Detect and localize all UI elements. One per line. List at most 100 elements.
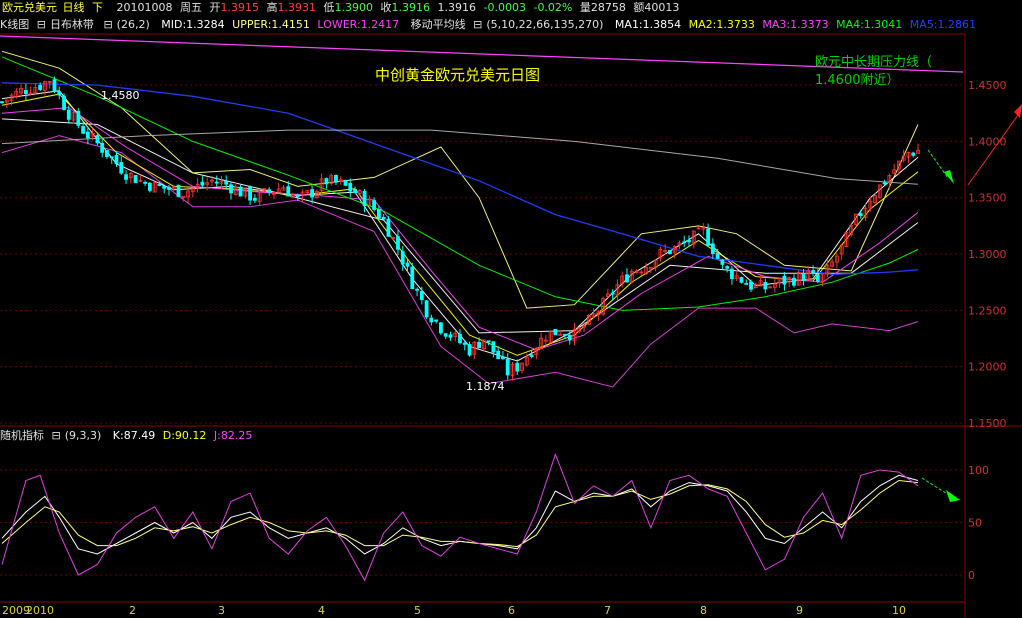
candle-body — [610, 292, 615, 295]
candle-body — [81, 126, 86, 134]
low-annotation: 1.1874 — [466, 380, 505, 393]
candle-body — [105, 149, 109, 157]
candle-body — [348, 183, 353, 192]
candle-body — [458, 333, 462, 344]
candle-body — [248, 186, 252, 201]
edge-arrow-icon — [1014, 104, 1022, 118]
candle-body — [443, 333, 448, 337]
kdj-j-line — [1, 452, 919, 582]
candle-body — [76, 110, 81, 126]
high-annotation: 1.4580 — [101, 89, 140, 102]
candle-body — [858, 213, 863, 216]
candle-body — [353, 189, 357, 194]
candle-body — [386, 218, 391, 237]
price-arrow-icon — [944, 170, 954, 184]
y-tick-label: 1.2000 — [968, 361, 1007, 374]
x-tick-label: 10 — [892, 604, 906, 617]
candle-body — [62, 95, 66, 111]
chart-grid — [0, 33, 1022, 618]
candle-body — [625, 274, 629, 283]
candle-body — [252, 197, 257, 201]
candle-body — [224, 180, 229, 185]
candle-body — [133, 175, 138, 184]
y-tick-label: 1.3500 — [968, 192, 1007, 205]
candle-body — [57, 91, 62, 96]
resistance-note-1: 欧元中长期压力线（ — [815, 55, 932, 70]
candle-body — [515, 362, 520, 372]
candle-body — [763, 282, 768, 290]
y-tick-label: 1.4000 — [968, 135, 1007, 148]
kdj-tick-label: 50 — [968, 517, 982, 530]
candle-body — [486, 340, 491, 343]
candle-body — [720, 259, 725, 265]
candle-body — [415, 288, 419, 291]
candle-body — [801, 272, 806, 282]
candle-body — [124, 174, 128, 180]
series-ma2 — [1, 93, 919, 356]
candle-body — [710, 243, 715, 254]
series-ma5 — [1, 82, 919, 275]
candle-body — [267, 189, 272, 193]
candle-body — [815, 274, 820, 282]
candle-body — [362, 190, 367, 207]
candle-body — [334, 174, 338, 183]
price-chart[interactable]: 1.4500 1.4000 1.3500 1.3000 1.2500 1.2000 1.15… — [0, 0, 1022, 618]
candle-body — [372, 200, 377, 210]
candle-body — [563, 334, 567, 336]
candle-body — [147, 183, 152, 191]
candle-body — [167, 186, 171, 190]
candle-body — [66, 109, 71, 120]
candle-body — [100, 142, 105, 153]
candle-body — [725, 266, 730, 269]
candle-body — [467, 344, 472, 356]
candle-body — [419, 291, 424, 301]
y-tick-label: 1.4500 — [968, 79, 1007, 92]
kdj-lines — [1, 452, 919, 582]
candle-body — [295, 194, 300, 198]
x-tick-label: 6 — [508, 604, 515, 617]
candle-body — [715, 252, 720, 259]
candle-body — [505, 358, 510, 376]
candle-body — [23, 89, 28, 95]
candle-body — [38, 84, 43, 90]
candle-body — [238, 186, 243, 197]
candle-body — [739, 277, 744, 283]
candlesticks — [0, 76, 920, 381]
candle-body — [381, 216, 386, 220]
candle-body — [491, 341, 496, 353]
series-ma1 — [1, 90, 919, 362]
candle-body — [439, 322, 443, 334]
x-tick-label: 8 — [700, 604, 707, 617]
candle-body — [324, 178, 329, 185]
kdj-tick-label: 0 — [968, 569, 975, 582]
candle-body — [811, 270, 815, 274]
trend-line-group — [0, 35, 1022, 502]
y-tick-label: 1.3000 — [968, 248, 1007, 261]
candle-body — [396, 236, 400, 250]
candle-body — [0, 101, 4, 104]
series-ma6 — [1, 129, 919, 185]
candle-body — [501, 356, 505, 360]
candle-body — [310, 189, 315, 198]
candle-body — [706, 228, 710, 246]
candle-body — [200, 181, 205, 186]
axis-labels: 1.4500 1.4000 1.3500 1.3000 1.2500 1.2000 1.15… — [2, 79, 1007, 617]
candle-body — [410, 266, 415, 290]
price-arrow-line — [927, 149, 949, 179]
candle-body — [682, 241, 687, 244]
candle-body — [553, 328, 558, 336]
candle-body — [782, 275, 787, 285]
series-mid — [1, 118, 919, 334]
candle-body — [143, 181, 148, 184]
chart-title: 中创黄金欧元兑美元日图 — [375, 66, 540, 84]
kdj-tick-label: 100 — [968, 464, 989, 477]
x-tick-label: 3 — [218, 604, 225, 617]
candle-body — [911, 152, 916, 156]
y-tick-label: 1.1500 — [968, 417, 1007, 430]
resistance-note-2: 1.4600附近） — [815, 73, 900, 88]
x-tick-label: 2 — [129, 604, 136, 617]
candle-body — [730, 268, 734, 280]
candle-body — [95, 135, 100, 144]
candle-body — [176, 184, 181, 198]
candle-body — [687, 240, 691, 243]
